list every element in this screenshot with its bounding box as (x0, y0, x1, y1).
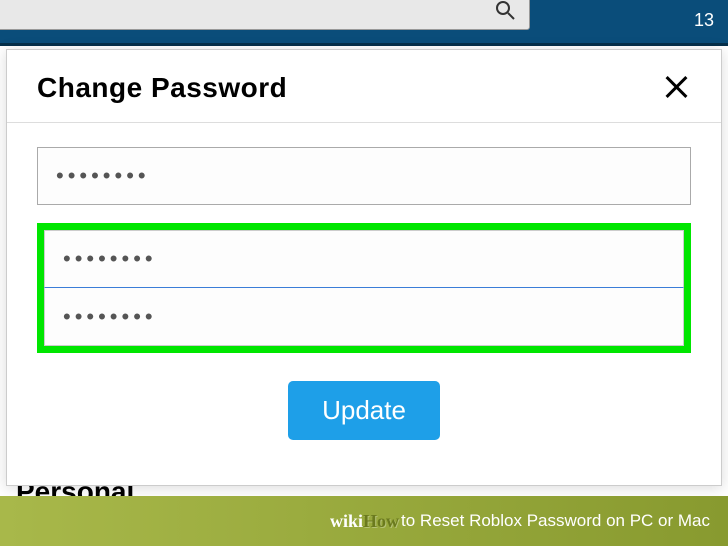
update-button[interactable]: Update (288, 381, 440, 440)
search-icon (495, 0, 515, 25)
wikihow-caption: wikiHow to Reset Roblox Password on PC o… (0, 496, 728, 546)
caption-text: to Reset Roblox Password on PC or Mac (401, 511, 710, 531)
button-row: Update (37, 381, 691, 440)
change-password-modal: Change Password Update (6, 49, 722, 486)
brand-suffix: How (363, 511, 399, 531)
highlighted-password-fields (37, 223, 691, 353)
wikihow-logo: wikiHow (330, 511, 399, 532)
confirm-password-input[interactable] (44, 288, 684, 346)
modal-body: Update (7, 123, 721, 450)
modal-header: Change Password (7, 50, 721, 123)
close-icon[interactable] (661, 73, 691, 103)
search-box[interactable] (0, 0, 530, 30)
new-password-input[interactable] (44, 230, 684, 288)
current-password-input[interactable] (37, 147, 691, 205)
time-display: 13 (694, 10, 714, 31)
brand-prefix: wiki (330, 511, 363, 531)
modal-title: Change Password (37, 72, 287, 104)
app-top-bar: 13 (0, 0, 728, 46)
